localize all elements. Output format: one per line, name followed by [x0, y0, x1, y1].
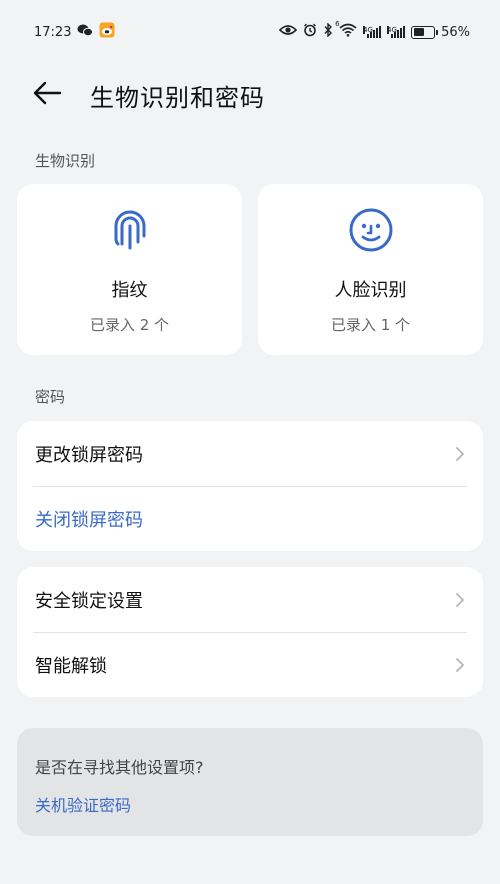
- chevron-right-icon: [456, 446, 464, 461]
- change-lock-password-row[interactable]: 更改锁屏密码: [17, 421, 483, 486]
- bluetooth-icon: [323, 22, 333, 41]
- suggestion-card: 是否在寻找其他设置项? 关机验证密码: [17, 728, 483, 836]
- section-label-biometrics: 生物识别: [35, 152, 96, 170]
- face-recognition-status: 已录入 1 个: [330, 316, 411, 334]
- signal-icon-1: 4G: [363, 26, 382, 38]
- face-icon: [349, 208, 392, 252]
- fingerprint-card[interactable]: 指纹 已录入 2 个: [17, 184, 242, 355]
- page-title: 生物识别和密码: [90, 84, 265, 112]
- status-time: 17:23: [34, 24, 72, 40]
- network-label-2: 4G: [387, 26, 397, 34]
- smart-unlock-row[interactable]: 智能解锁: [17, 632, 483, 697]
- face-recognition-card[interactable]: 人脸识别 已录入 1 个: [258, 184, 483, 355]
- divider: [33, 486, 467, 487]
- weibo-icon: [99, 22, 115, 42]
- battery-icon: [411, 25, 439, 39]
- wifi-icon: 6: [335, 20, 357, 41]
- wechat-icon: [77, 23, 94, 41]
- section-label-password: 密码: [35, 388, 66, 406]
- shutdown-verify-password-link[interactable]: 关机验证密码: [35, 792, 131, 816]
- back-button[interactable]: [30, 78, 64, 108]
- fingerprint-icon: [114, 210, 145, 250]
- chevron-right-icon: [456, 657, 464, 672]
- disable-lock-password-row[interactable]: 关闭锁屏密码: [17, 486, 483, 551]
- battery-fill: [413, 28, 425, 36]
- suggestion-question: 是否在寻找其他设置项?: [35, 758, 204, 777]
- alarm-icon: [303, 23, 317, 41]
- signal-icon-2: 4G: [387, 26, 406, 38]
- eye-icon: [278, 24, 298, 40]
- battery-percent: 56%: [441, 24, 470, 40]
- face-recognition-label: 人脸识别: [334, 280, 407, 301]
- back-arrow-icon: [33, 81, 62, 105]
- status-bar: 17:23 6 4G 4G 56%: [0, 0, 500, 64]
- disable-lock-password-label: 关闭锁屏密码: [35, 509, 143, 531]
- fingerprint-status: 已录入 2 个: [89, 316, 170, 334]
- chevron-right-icon: [456, 592, 464, 607]
- password-card: 更改锁屏密码 关闭锁屏密码: [17, 421, 483, 551]
- title-bar: 生物识别和密码: [0, 64, 500, 122]
- security-card: 安全锁定设置 智能解锁: [17, 567, 483, 697]
- divider: [33, 632, 467, 633]
- security-lock-settings-row[interactable]: 安全锁定设置: [17, 567, 483, 632]
- status-left: 17:23: [34, 22, 115, 42]
- wifi-sup-label: 6: [335, 20, 340, 28]
- fingerprint-label: 指纹: [111, 280, 148, 301]
- security-lock-settings-label: 安全锁定设置: [35, 590, 143, 612]
- smart-unlock-label: 智能解锁: [35, 655, 107, 677]
- change-lock-password-label: 更改锁屏密码: [35, 444, 143, 466]
- network-label-1: 4G: [363, 26, 373, 34]
- status-right: 6 4G 4G 56%: [278, 20, 470, 41]
